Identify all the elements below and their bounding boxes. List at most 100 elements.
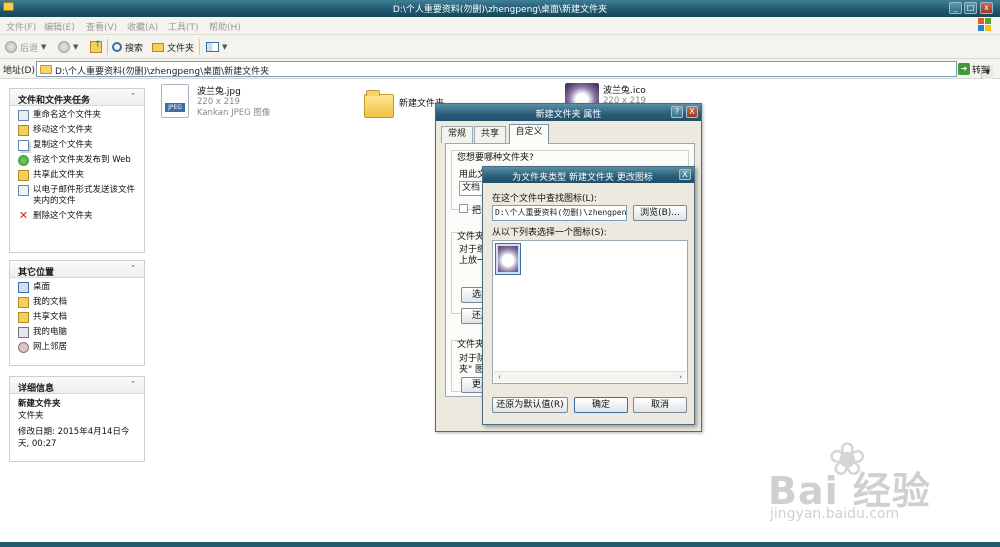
back-button[interactable]: 后退 ▼ [5, 40, 46, 54]
share-icon [18, 170, 29, 181]
tab-general[interactable]: 常规 [441, 126, 473, 143]
menu-file[interactable]: 文件(F) [6, 20, 36, 33]
task-copy[interactable]: 复制这个文件夹 [18, 140, 138, 151]
place-label: 桌面 [33, 282, 51, 292]
place-desktop[interactable]: 桌面 [18, 282, 138, 293]
place-my-documents[interactable]: 我的文档 [18, 297, 138, 308]
close-button[interactable]: X [686, 106, 698, 118]
change-icon-titlebar[interactable]: 为文件夹类型 新建文件夹 更改图标 X [483, 167, 694, 183]
icon-file-path-input[interactable]: D:\个人重要资料(勿删)\zhengpeng [492, 205, 627, 221]
task-rename[interactable]: 重命名这个文件夹 [18, 110, 138, 121]
place-my-computer[interactable]: 我的电脑 [18, 327, 138, 338]
search-label: 搜索 [125, 43, 144, 54]
place-label: 共享文档 [33, 312, 68, 322]
my-documents-icon [18, 297, 29, 308]
views-button[interactable]: ▼ [206, 40, 227, 54]
choose-icon-label: 从以下列表选择一个图标(S): [492, 228, 607, 238]
apply-subfolders-label: 把 [472, 206, 482, 216]
minimize-button[interactable]: _ [949, 2, 962, 14]
menu-bar: 文件(F) 编辑(E) 查看(V) 收藏(A) 工具(T) 帮助(H) [0, 17, 1000, 35]
maximize-button[interactable]: □ [964, 2, 977, 14]
apply-subfolders-checkbox[interactable] [459, 204, 468, 213]
search-button[interactable]: 搜索 [112, 40, 143, 54]
cancel-button[interactable]: 取消 [633, 397, 687, 413]
menu-view[interactable]: 查看(V) [86, 20, 117, 33]
address-input[interactable]: D:\个人重要资料(勿删)\zhengpeng\桌面\新建文件夹 ▼ [36, 61, 993, 79]
place-network[interactable]: 网上邻居 [18, 342, 138, 353]
forward-arrow-icon [58, 41, 70, 53]
task-delete[interactable]: ✕ 删除这个文件夹 [18, 210, 138, 222]
window-titlebar[interactable]: D:\个人重要资料(勿删)\zhengpeng\桌面\新建文件夹 _ □ x [0, 0, 1000, 17]
menu-edit[interactable]: 编辑(E) [44, 20, 75, 33]
jpg-file-icon: JPEG [161, 84, 189, 118]
close-button[interactable]: x [980, 2, 993, 14]
icon-file-path: D:\个人重要资料(勿删)\zhengpeng [495, 208, 627, 217]
taskbar-edge [0, 542, 1000, 547]
browse-button[interactable]: 浏览(B)... [633, 205, 687, 221]
task-publish-web[interactable]: 将这个文件夹发布到 Web [18, 155, 138, 166]
place-label: 网上邻居 [33, 342, 68, 352]
go-label: 转到 [972, 65, 991, 76]
rename-icon [18, 110, 29, 121]
help-button[interactable]: ? [671, 106, 683, 118]
menu-help[interactable]: 帮助(H) [209, 20, 241, 33]
tasks-panel-title: 文件和文件夹任务 [18, 96, 91, 106]
file-description: Kankan JPEG 图像 [197, 108, 271, 118]
chevron-down-icon: ▼ [222, 43, 228, 51]
folder-icon [364, 90, 394, 118]
details-header[interactable]: 详细信息 ⌃ [10, 377, 144, 394]
ok-button[interactable]: 确定 [574, 397, 628, 413]
shared-docs-icon [18, 312, 29, 323]
folder-item[interactable] [364, 90, 394, 118]
properties-titlebar[interactable]: 新建文件夹 属性 ? X [436, 104, 701, 121]
chevron-down-icon[interactable]: ▼ [73, 43, 78, 51]
task-label: 将这个文件夹发布到 Web [33, 155, 131, 165]
place-label: 我的电脑 [33, 327, 68, 337]
forward-button[interactable]: ▼ [58, 40, 78, 54]
other-places-header[interactable]: 其它位置 ⌃ [10, 261, 144, 278]
toolbar-separator [199, 39, 200, 55]
file-name: 波兰兔.ico [603, 86, 646, 96]
network-icon [18, 342, 29, 353]
task-share[interactable]: 共享此文件夹 [18, 170, 138, 181]
tasks-panel-header[interactable]: 文件和文件夹任务 ⌃ [10, 89, 144, 106]
up-folder-button[interactable]: ↑ [90, 40, 102, 54]
collapse-icon[interactable]: ⌃ [128, 264, 138, 274]
toolbar: 后退 ▼ ▼ ↑ 搜索 文件夹 ▼ [0, 35, 1000, 59]
address-path: D:\个人重要资料(勿删)\zhengpeng\桌面\新建文件夹 [55, 67, 270, 77]
task-label: 移动这个文件夹 [33, 125, 93, 135]
publish-web-icon [18, 155, 29, 166]
move-icon [18, 125, 29, 136]
close-button[interactable]: X [679, 169, 691, 180]
scroll-right-icon[interactable]: › [675, 372, 686, 382]
go-button[interactable]: ➜ 转到 [958, 62, 990, 76]
file-info-jpg: 波兰兔.jpg 220 x 219 Kankan JPEG 图像 [197, 84, 270, 119]
details-name: 新建文件夹 [18, 399, 61, 409]
details-panel: 详细信息 ⌃ 新建文件夹 文件夹 修改日期: 2015年4月14日今天, 00:… [9, 376, 145, 462]
horizontal-scrollbar[interactable]: ‹ › [494, 371, 686, 382]
folder-pictures-title: 文件夹 [457, 232, 485, 242]
change-icon-dialog: 为文件夹类型 新建文件夹 更改图标 X 在这个文件中查找图标(L): D:\个人… [482, 166, 695, 425]
place-shared-docs[interactable]: 共享文档 [18, 312, 138, 323]
folder-icon [152, 42, 164, 52]
menu-favorites[interactable]: 收藏(A) [127, 20, 158, 33]
collapse-icon[interactable]: ⌃ [128, 92, 138, 102]
restore-default-button[interactable]: 还原为默认值(R) [492, 397, 568, 413]
scroll-left-icon[interactable]: ‹ [494, 372, 505, 382]
folders-button[interactable]: 文件夹 [152, 40, 194, 54]
rabbit-icon-option[interactable] [495, 243, 521, 275]
toolbar-separator [107, 39, 108, 55]
task-label: 以电子邮件形式发送该文件夹内的文件 [33, 185, 136, 206]
window-title: D:\个人重要资料(勿删)\zhengpeng\桌面\新建文件夹 [392, 5, 608, 15]
file-item-jpg[interactable]: JPEG [161, 84, 189, 118]
task-email[interactable]: 以电子邮件形式发送该文件夹内的文件 [18, 185, 138, 207]
place-label: 我的文档 [33, 297, 68, 307]
task-move[interactable]: 移动这个文件夹 [18, 125, 138, 136]
tab-sharing[interactable]: 共享 [474, 126, 506, 143]
chevron-down-icon[interactable]: ▼ [41, 43, 46, 51]
menu-tools[interactable]: 工具(T) [168, 20, 199, 33]
icon-list[interactable]: ‹ › [492, 240, 688, 384]
task-label: 删除这个文件夹 [33, 211, 93, 221]
tab-customize[interactable]: 自定义 [509, 124, 549, 144]
collapse-icon[interactable]: ⌃ [128, 380, 138, 390]
